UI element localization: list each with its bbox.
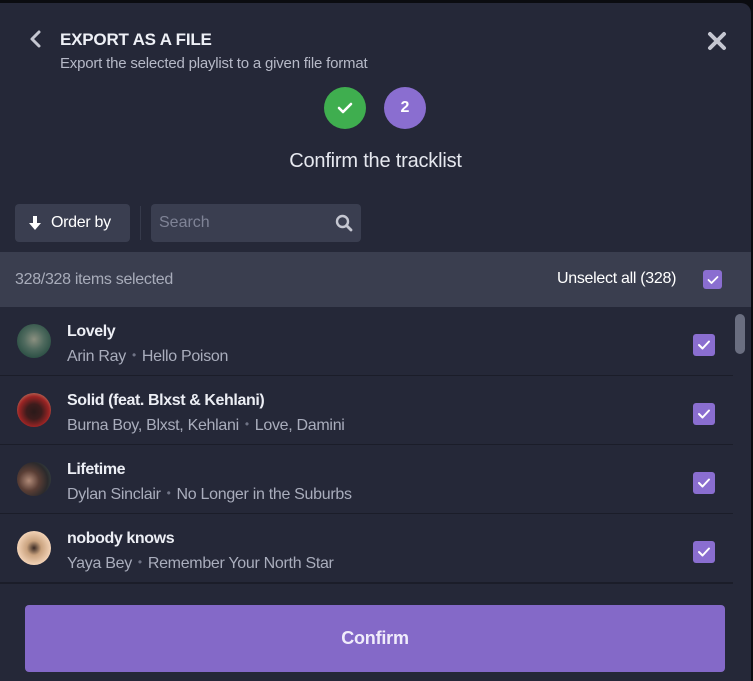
stepper: 2	[0, 87, 751, 129]
track-meta: Yaya Bey • Remember Your North Star	[67, 555, 334, 573]
track-checkbox[interactable]	[693, 541, 715, 563]
separator-dot: •	[244, 417, 249, 431]
search-input[interactable]	[151, 204, 326, 242]
track-title: nobody knows	[67, 530, 175, 547]
step-heading: Confirm the tracklist	[289, 150, 462, 172]
track-artists: Yaya Bey	[67, 555, 132, 572]
track-album: Love, Damini	[254, 417, 345, 434]
check-icon	[707, 275, 718, 284]
selected-count: 328/328 items selected	[15, 271, 173, 288]
separator-dot: •	[131, 348, 136, 362]
order-by-label: Order by	[51, 214, 111, 231]
arrow-down-icon	[29, 216, 41, 230]
album-art	[17, 324, 51, 358]
search-icon[interactable]	[335, 214, 353, 232]
track-row[interactable]: Solid (feat. Blxst & Kehlani) Burna Boy,…	[0, 376, 733, 445]
modal-subtitle: Export the selected playlist to a given …	[60, 55, 368, 72]
track-album: Hello Poison	[141, 348, 229, 365]
album-art	[17, 462, 51, 496]
close-button[interactable]	[706, 30, 728, 52]
selection-bar: 328/328 items selected Unselect all (328…	[0, 252, 751, 307]
album-art	[17, 531, 51, 565]
back-button[interactable]	[26, 28, 44, 50]
confirm-button[interactable]: Confirm	[25, 605, 725, 672]
separator-dot: •	[137, 555, 142, 569]
track-checkbox[interactable]	[693, 403, 715, 425]
track-row[interactable]: Lovely Arin Ray • Hello Poison	[0, 307, 733, 376]
modal-title: EXPORT AS A FILE	[60, 30, 212, 49]
check-icon	[698, 340, 710, 350]
track-meta: Dylan Sinclair • No Longer in the Suburbs	[67, 486, 352, 504]
track-list: Lovely Arin Ray • Hello Poison Solid (feat…	[0, 307, 733, 583]
track-album: Remember Your North Star	[147, 555, 334, 572]
check-icon	[698, 478, 710, 488]
modal-header: EXPORT AS A FILE Export the selected pla…	[0, 3, 751, 72]
track-checkbox[interactable]	[693, 334, 715, 356]
track-title: Lovely	[67, 323, 116, 340]
step-1-done	[324, 87, 366, 129]
unselect-all-button[interactable]: Unselect all (328)	[557, 270, 676, 288]
export-modal: EXPORT AS A FILE Export the selected pla…	[0, 3, 751, 681]
step-2-current: 2	[384, 87, 426, 129]
check-icon	[698, 547, 710, 557]
separator-dot: •	[166, 486, 171, 500]
track-checkbox[interactable]	[693, 472, 715, 494]
toolbar-divider	[140, 206, 141, 240]
track-album: No Longer in the Suburbs	[176, 486, 352, 503]
check-icon	[337, 102, 353, 114]
close-icon	[708, 32, 726, 50]
album-art	[17, 393, 51, 427]
track-row[interactable]: nobody knows Yaya Bey • Remember Your Nort…	[0, 514, 733, 583]
track-title: Lifetime	[67, 461, 126, 478]
chevron-left-icon	[30, 30, 41, 48]
select-all-checkbox[interactable]	[703, 270, 722, 289]
footer-divider	[0, 583, 733, 584]
track-row[interactable]: Lifetime Dylan Sinclair • No Longer in the…	[0, 445, 733, 514]
order-by-button[interactable]: Order by	[15, 204, 130, 242]
track-meta: Burna Boy, Blxst, Kehlani • Love, Damini	[67, 417, 345, 435]
scrollbar-thumb[interactable]	[735, 314, 745, 354]
check-icon	[698, 409, 710, 419]
search-box	[151, 204, 361, 242]
track-meta: Arin Ray • Hello Poison	[67, 348, 228, 366]
track-artists: Arin Ray	[67, 348, 126, 365]
list-toolbar: Order by	[0, 204, 751, 242]
track-artists: Dylan Sinclair	[67, 486, 161, 503]
track-title: Solid (feat. Blxst & Kehlani)	[67, 392, 265, 409]
track-artists: Burna Boy, Blxst, Kehlani	[67, 417, 239, 434]
